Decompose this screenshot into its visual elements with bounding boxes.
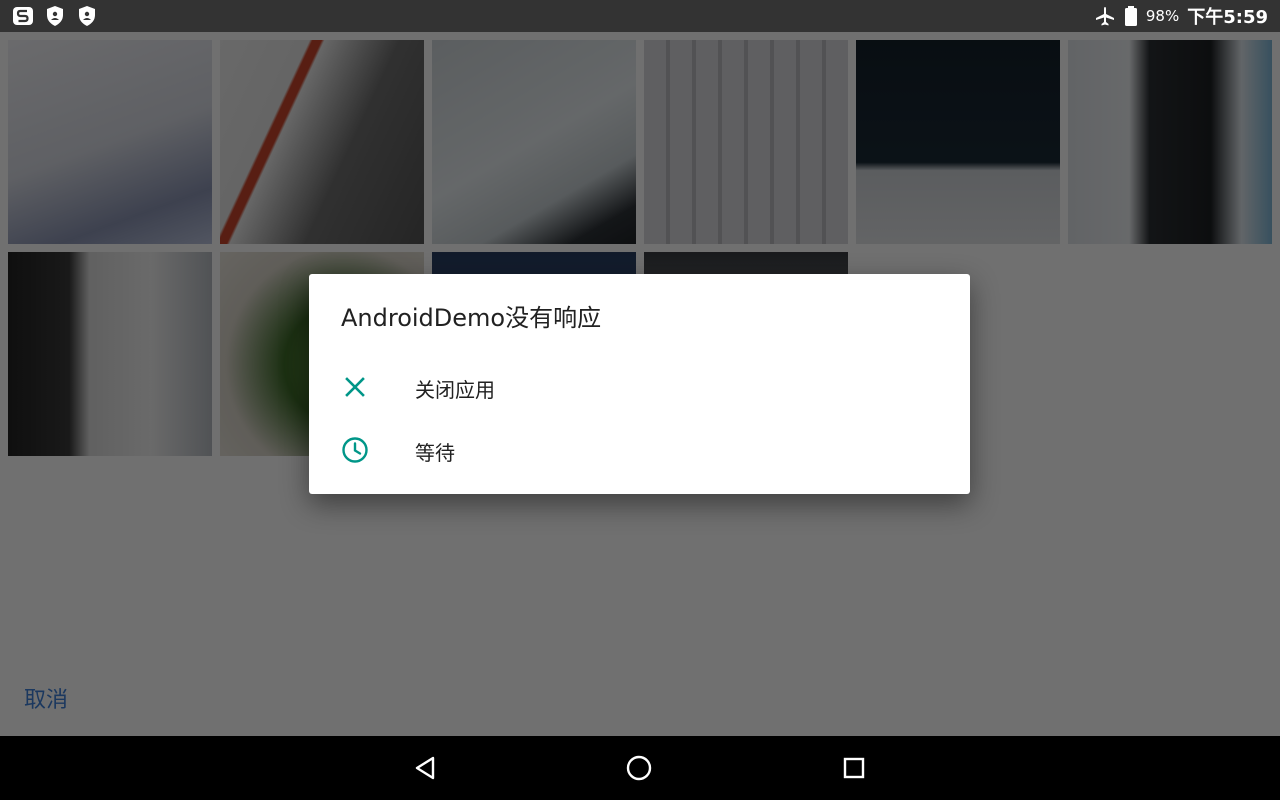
- app-not-responding-dialog: AndroidDemo没有响应 关闭应用 等待: [309, 274, 970, 494]
- home-icon[interactable]: [623, 752, 655, 784]
- dialog-title: AndroidDemo没有响应: [341, 304, 602, 332]
- navigation-bar: [0, 736, 1280, 800]
- status-bar-left: [12, 5, 98, 27]
- clock-time: 下午5:59: [1187, 7, 1268, 28]
- wait-option[interactable]: 等待: [309, 419, 970, 481]
- close-icon: [345, 377, 365, 397]
- shield-icon: [79, 6, 95, 26]
- clock-icon: [342, 437, 368, 463]
- wait-label: 等待: [415, 441, 455, 465]
- back-icon[interactable]: [409, 752, 441, 784]
- recents-icon[interactable]: [838, 752, 870, 784]
- battery-percent: 98%: [1145, 7, 1180, 25]
- close-app-label: 关闭应用: [415, 378, 495, 402]
- close-app-option[interactable]: 关闭应用: [309, 356, 970, 418]
- status-bar-right: 98% 下午5:59: [1094, 0, 1268, 32]
- shield-icon: [47, 6, 63, 26]
- app-s-icon: [13, 7, 33, 25]
- status-bar: 98% 下午5:59: [0, 0, 1280, 32]
- airplane-mode-icon: [1095, 7, 1114, 26]
- battery-icon: [1124, 6, 1137, 26]
